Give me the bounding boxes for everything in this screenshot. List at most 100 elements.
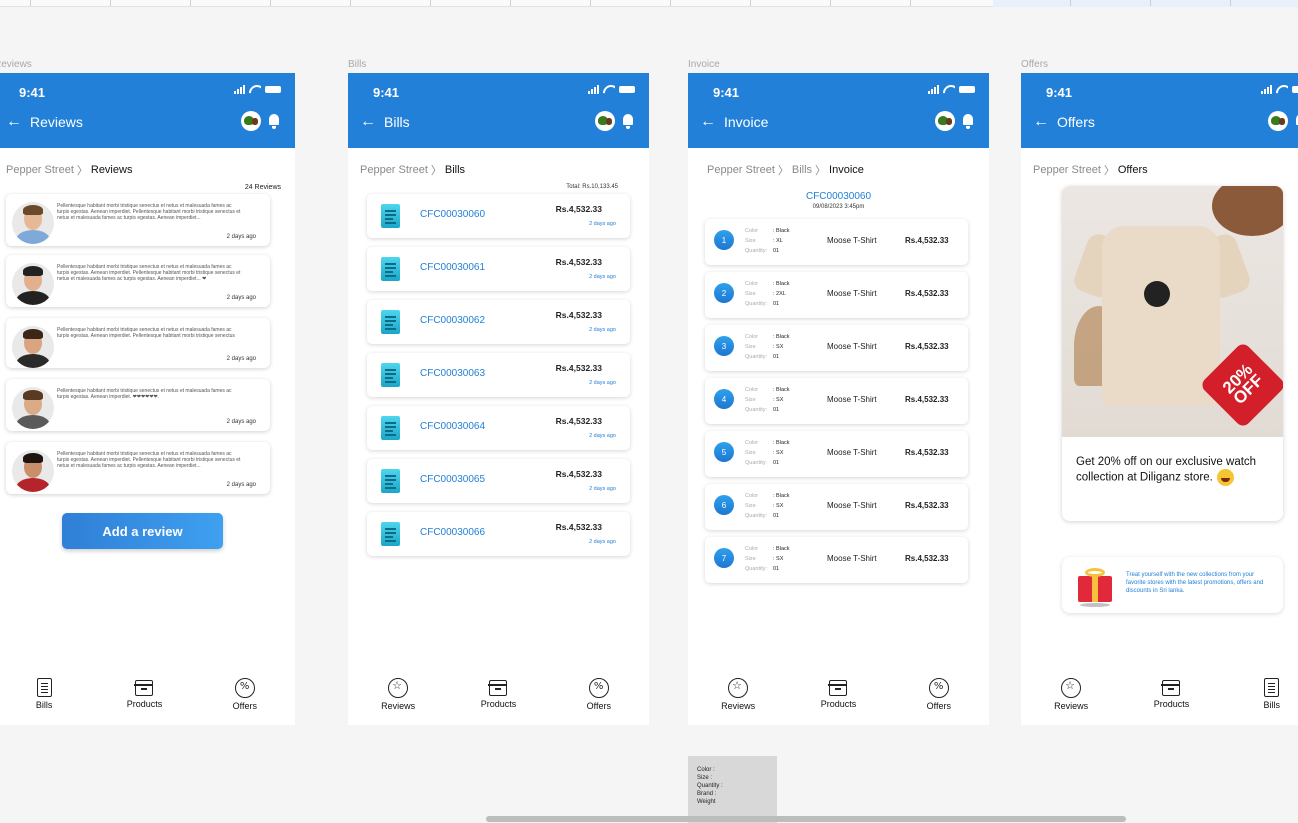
attr-label: Size [745, 344, 756, 350]
invoice-date: 09/08/2023 3:45pm [812, 204, 865, 210]
attr-label: Size [745, 397, 756, 403]
nav-products[interactable]: Products [104, 678, 184, 723]
review-card[interactable]: Pellentesque habitant morbi tristique se… [6, 255, 270, 307]
nav-reviews[interactable]: Reviews [698, 678, 778, 723]
battery-icon [619, 86, 635, 93]
item-product: Moose T-Shirt [827, 448, 877, 457]
store-logo-icon[interactable] [595, 111, 615, 131]
star-chat-icon [1061, 678, 1082, 698]
app-bar: 9:41 ← Reviews [0, 73, 295, 148]
review-card[interactable]: Pellentesque habitant morbi tristique se… [6, 379, 270, 431]
invoice-item[interactable]: 1 Color: Black Size: XL Quantity: 01 Moose T-… [705, 219, 968, 265]
item-attributes: Color: Black Size: XL Quantity: 01 [745, 226, 790, 256]
bill-amount: Rs.4,532.33 [555, 310, 602, 320]
nav-label: Offers [586, 701, 611, 711]
nav-label: Offers [232, 701, 257, 711]
offer-card[interactable]: 20% OFF Get 20% off on our exclusive wat… [1062, 186, 1283, 521]
breadcrumb-mid[interactable]: Bills [792, 164, 812, 176]
attr-value: : Black [773, 228, 790, 234]
attr-label: Quantity: [745, 566, 768, 572]
back-button[interactable]: ← Offers [1033, 113, 1095, 131]
invoice-item[interactable]: 3 Color: Black Size: SX Quantity: 01 Moose T-… [705, 325, 968, 371]
item-number: 5 [714, 442, 734, 462]
chevron-right-icon: 〉 [777, 165, 789, 177]
item-attributes: Color: Black Size: 2XL Quantity: 01 [745, 279, 790, 309]
attributes-popup: Color : Size : Quantity : Brand : Weight [688, 756, 777, 823]
nav-products[interactable]: Products [1131, 678, 1211, 723]
bell-icon[interactable] [961, 113, 975, 129]
bill-item[interactable]: CFC00030066 Rs.4,532.33 2 days ago [367, 512, 630, 556]
nav-offers[interactable]: Offers [205, 678, 285, 723]
attr-value: : 2XL [773, 291, 786, 297]
attr-label: Color [745, 281, 759, 287]
breadcrumb-root[interactable]: Pepper Street [1033, 164, 1101, 176]
bill-document-icon [381, 257, 400, 281]
status-icons [588, 85, 635, 94]
status-icons [1261, 85, 1298, 94]
item-attributes: Color: Black Size: SX Quantity: 01 [745, 332, 790, 362]
attr-label: Color [745, 546, 759, 552]
bell-icon[interactable] [267, 113, 281, 129]
bill-code: CFC00030066 [420, 527, 486, 538]
invoice-item[interactable]: 7 Color: Black Size: SX Quantity: 01 Moose T-… [705, 537, 968, 583]
reviewer-avatar [12, 387, 54, 429]
back-button[interactable]: ← Invoice [700, 113, 768, 131]
add-review-button[interactable]: Add a review [62, 513, 223, 549]
horizontal-scrollbar[interactable] [486, 816, 1126, 822]
review-card[interactable]: Pellentesque habitant morbi tristique se… [6, 442, 270, 494]
nav-products[interactable]: Products [798, 678, 878, 723]
nav-reviews[interactable]: Reviews [1031, 678, 1111, 723]
bill-item[interactable]: CFC00030063 Rs.4,532.33 2 days ago [367, 353, 630, 397]
back-button[interactable]: ← Reviews [6, 113, 83, 131]
nav-label: Bills [35, 700, 53, 710]
bell-icon[interactable] [1294, 113, 1298, 129]
attr-label: Quantity: [745, 407, 768, 413]
nav-label: Products [480, 699, 517, 709]
back-button[interactable]: ← Bills [360, 113, 410, 131]
battery-icon [1292, 86, 1298, 93]
breadcrumb: Pepper Street 〉 Reviews [0, 148, 295, 178]
invoice-item[interactable]: 4 Color: Black Size: SX Quantity: 01 Moose T-… [705, 378, 968, 424]
attr-value: 01 [773, 407, 780, 413]
bill-item[interactable]: CFC00030065 Rs.4,532.33 2 days ago [367, 459, 630, 503]
review-card[interactable]: Pellentesque habitant morbi tristique se… [6, 194, 270, 246]
breadcrumb-root[interactable]: Pepper Street [6, 164, 74, 176]
store-logo-icon[interactable] [1268, 111, 1288, 131]
nav-offers[interactable]: Offers [559, 678, 639, 723]
nav-bills[interactable]: Bills [1232, 678, 1298, 723]
store-logo-icon[interactable] [241, 111, 261, 131]
bill-item[interactable]: CFC00030060 Rs.4,532.33 2 days ago [367, 194, 630, 238]
nav-products[interactable]: Products [458, 678, 538, 723]
bell-icon[interactable] [621, 113, 635, 129]
attr-value: 01 [773, 301, 780, 307]
products-box-icon [1161, 680, 1181, 696]
breadcrumb-root[interactable]: Pepper Street [360, 164, 428, 176]
nav-offers[interactable]: Offers [899, 678, 979, 723]
attr-value: : SX [773, 503, 784, 509]
bill-item[interactable]: CFC00030064 Rs.4,532.33 2 days ago [367, 406, 630, 450]
bill-item[interactable]: CFC00030061 Rs.4,532.33 2 days ago [367, 247, 630, 291]
store-logo-icon[interactable] [935, 111, 955, 131]
promo-card[interactable]: Treat yourself with the new collections … [1062, 557, 1283, 613]
status-time: 9:41 [1046, 85, 1073, 100]
item-product: Moose T-Shirt [827, 554, 877, 563]
attr-label: Color [745, 493, 759, 499]
review-time: 2 days ago [226, 482, 256, 488]
bill-code: CFC00030061 [420, 262, 486, 273]
invoice-item[interactable]: 2 Color: Black Size: 2XL Quantity: 01 Moose T… [705, 272, 968, 318]
invoice-item[interactable]: 6 Color: Black Size: SX Quantity: 01 Moose T-… [705, 484, 968, 530]
invoice-item[interactable]: 5 Color: Black Size: SX Quantity: 01 Moose T-… [705, 431, 968, 477]
review-card[interactable]: Pellentesque habitant morbi tristique se… [6, 318, 270, 368]
bill-item[interactable]: CFC00030062 Rs.4,532.33 2 days ago [367, 300, 630, 344]
item-number: 3 [714, 336, 734, 356]
attr-label: Quantity: [745, 513, 768, 519]
bill-document-icon [381, 363, 400, 387]
nav-bills[interactable]: Bills [4, 678, 84, 723]
bill-time: 2 days ago [589, 221, 616, 227]
nav-reviews[interactable]: Reviews [358, 678, 438, 723]
breadcrumb-current: Invoice [829, 164, 864, 176]
breadcrumb-root[interactable]: Pepper Street [707, 164, 775, 176]
review-time: 2 days ago [226, 295, 256, 301]
app-bar: 9:41 ← Invoice [688, 73, 989, 148]
bill-code: CFC00030063 [420, 368, 486, 379]
